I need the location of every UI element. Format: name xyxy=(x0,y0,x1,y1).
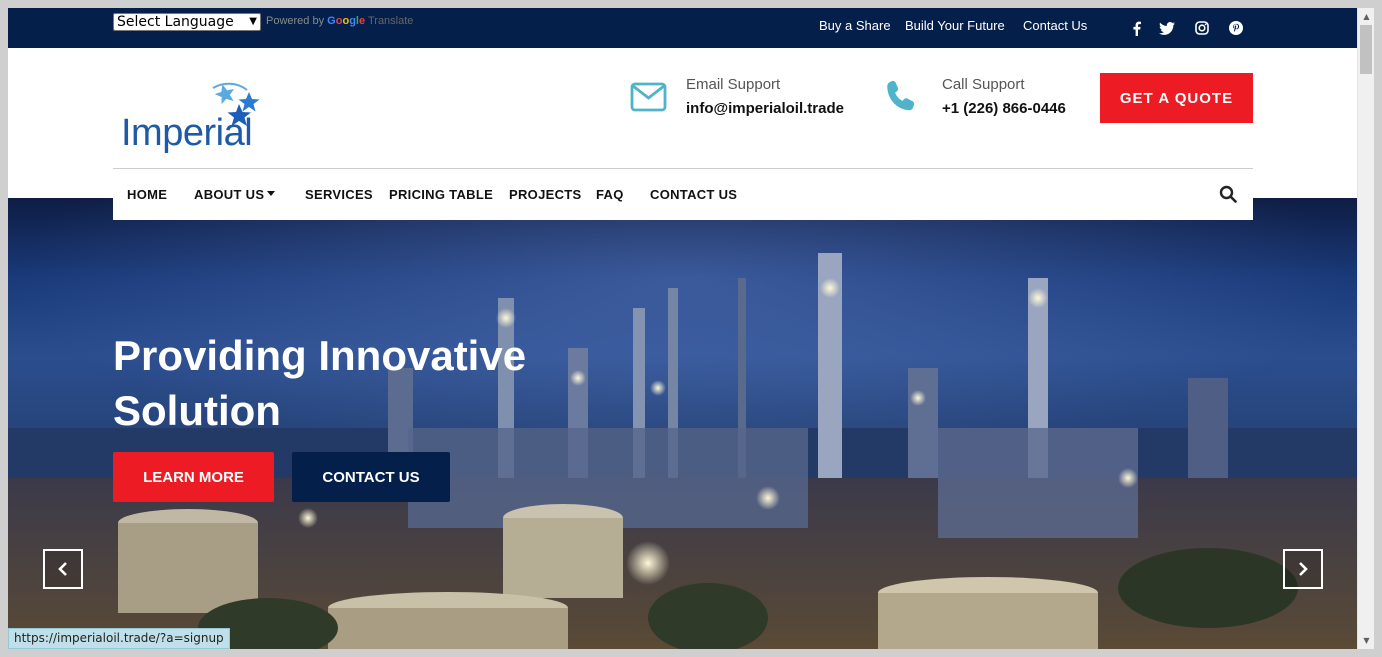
google-logo-letter: G xyxy=(327,15,336,27)
powered-by-google-translate[interactable]: Powered by Google Translate xyxy=(266,15,413,27)
google-logo-letter: e xyxy=(358,15,366,27)
topbar-link-contact[interactable]: Contact Us xyxy=(1023,18,1087,33)
imperial-logo[interactable]: Imperial xyxy=(121,82,269,170)
phone-icon xyxy=(886,80,916,117)
slider-prev-button[interactable] xyxy=(43,549,83,589)
instagram-icon[interactable] xyxy=(1194,20,1210,36)
topbar-link-build-future[interactable]: Build Your Future xyxy=(905,18,1005,33)
chevron-right-icon xyxy=(1299,562,1308,576)
contact-us-button[interactable]: CONTACT US xyxy=(292,452,450,502)
topbar-link-buy-share[interactable]: Buy a Share xyxy=(819,18,891,33)
search-icon[interactable] xyxy=(1219,185,1237,203)
twitter-icon[interactable] xyxy=(1159,20,1175,36)
language-select[interactable]: Select Language ▼ xyxy=(113,13,261,31)
translate-label: Translate xyxy=(367,15,414,27)
nav-item-pricing-table[interactable]: PRICING TABLE xyxy=(389,187,493,202)
email-support-value[interactable]: info@imperialoil.trade xyxy=(686,100,844,117)
main-navigation: HOME ABOUT US SERVICES PRICING TABLE PRO… xyxy=(113,168,1253,220)
chevron-left-icon xyxy=(58,562,67,576)
logo-wordmark: Imperial xyxy=(121,112,253,154)
nav-item-services[interactable]: SERVICES xyxy=(305,187,373,202)
top-bar: Select Language ▼ Powered by Google Tran… xyxy=(8,8,1357,48)
get-a-quote-button[interactable]: GET A QUOTE xyxy=(1100,73,1253,123)
call-support-value[interactable]: +1 (226) 866-0446 xyxy=(942,100,1066,117)
call-support-label: Call Support xyxy=(942,76,1025,93)
nav-item-projects[interactable]: PROJECTS xyxy=(509,187,581,202)
slider-next-button[interactable] xyxy=(1283,549,1323,589)
scroll-up-icon[interactable]: ▲ xyxy=(1358,8,1375,25)
nav-item-contact-us[interactable]: CONTACT US xyxy=(650,187,737,202)
email-support-label: Email Support xyxy=(686,76,781,93)
nav-item-faq[interactable]: FAQ xyxy=(596,187,624,202)
facebook-icon[interactable] xyxy=(1128,20,1144,36)
powered-by-label: Powered by xyxy=(266,15,325,27)
vertical-scrollbar[interactable]: ▲ ▼ xyxy=(1357,8,1374,649)
caret-down-icon[interactable] xyxy=(267,191,275,196)
scroll-down-icon[interactable]: ▼ xyxy=(1358,632,1375,649)
hero-slider: Providing Innovative Solution LEARN MORE… xyxy=(8,198,1357,649)
hero-title: Providing Innovative Solution xyxy=(113,328,633,438)
status-bar-url: https://imperialoil.trade/?a=signup xyxy=(8,628,230,649)
hero-title-line2: Solution xyxy=(113,387,281,434)
language-select-value: Select Language xyxy=(117,14,234,30)
nav-item-home[interactable]: HOME xyxy=(127,187,167,202)
google-logo-letter: g xyxy=(349,15,356,27)
browser-viewport: Select Language ▼ Powered by Google Tran… xyxy=(8,8,1357,649)
envelope-icon xyxy=(630,82,667,117)
nav-item-about-us[interactable]: ABOUT US xyxy=(194,187,264,202)
scrollbar-thumb[interactable] xyxy=(1360,25,1372,74)
pinterest-icon[interactable] xyxy=(1228,20,1244,36)
hero-title-line1: Providing Innovative xyxy=(113,332,527,379)
chevron-down-icon: ▼ xyxy=(249,16,257,27)
learn-more-button[interactable]: LEARN MORE xyxy=(113,452,274,502)
